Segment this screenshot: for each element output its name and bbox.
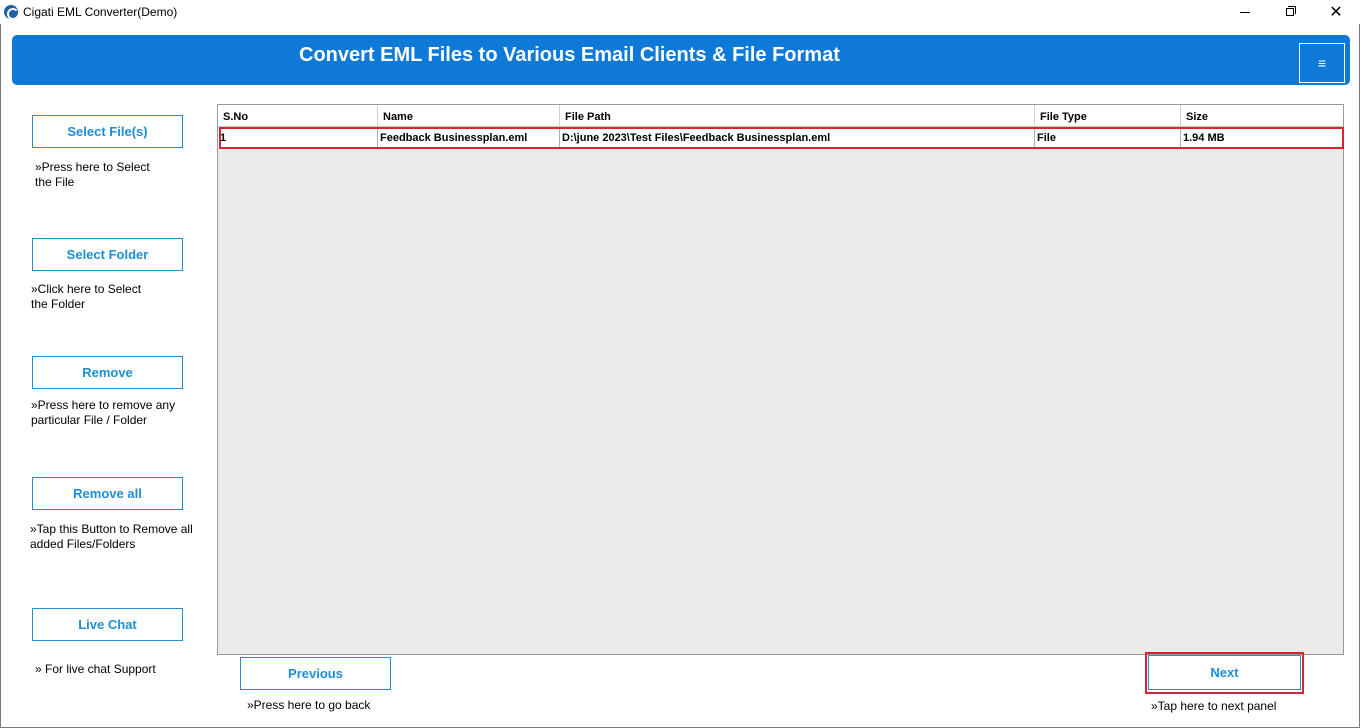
select-folder-hint: »Click here to Select the Folder — [31, 282, 141, 312]
cell-file-path: D:\june 2023\Test Files\Feedback Busines… — [560, 128, 1035, 148]
select-files-hint: »Press here to Select the File — [35, 160, 150, 190]
hamburger-icon: ≡ — [1317, 55, 1327, 71]
hint-line: the Folder — [31, 297, 86, 311]
hint-line: »Tap this Button to Remove all — [30, 522, 193, 536]
select-files-button[interactable]: Select File(s) — [32, 115, 183, 148]
previous-hint: »Press here to go back — [247, 698, 371, 712]
cell-sno: 1 — [218, 128, 378, 148]
window-title: Cigati EML Converter(Demo) — [23, 5, 178, 19]
column-header-file-path[interactable]: File Path — [560, 105, 1035, 127]
next-hint: »Tap here to next panel — [1151, 699, 1277, 713]
select-folder-button[interactable]: Select Folder — [32, 238, 183, 271]
restore-icon — [1286, 8, 1294, 16]
remove-button[interactable]: Remove — [32, 356, 183, 389]
menu-button[interactable]: ≡ — [1299, 43, 1345, 83]
table-header: S.No Name File Path File Type Size — [218, 105, 1343, 127]
table-row[interactable]: 1 Feedback Businessplan.eml D:\june 2023… — [218, 128, 1343, 148]
hint-line: particular File / Folder — [31, 413, 148, 427]
hint-line: added Files/Folders — [30, 537, 136, 551]
next-button[interactable]: Next — [1148, 655, 1301, 690]
live-chat-hint: » For live chat Support — [35, 662, 156, 677]
column-header-size[interactable]: Size — [1181, 105, 1343, 127]
remove-all-button[interactable]: Remove all — [32, 477, 183, 510]
hint-line: »Press here to Select — [35, 160, 150, 174]
title-bar: Cigati EML Converter(Demo) ✕ — [0, 0, 1360, 24]
remove-all-hint: »Tap this Button to Remove all added Fil… — [30, 522, 193, 552]
hint-line: »Click here to Select — [31, 282, 142, 296]
cell-size: 1.94 MB — [1183, 132, 1225, 144]
previous-button[interactable]: Previous — [240, 657, 391, 690]
cell-name: Feedback Businessplan.eml — [378, 128, 560, 148]
minimize-button[interactable] — [1222, 0, 1268, 24]
restore-button[interactable] — [1267, 0, 1313, 24]
hint-line: » For live chat Support — [35, 662, 156, 676]
close-button[interactable]: ✕ — [1313, 0, 1359, 24]
column-header-name[interactable]: Name — [378, 105, 560, 127]
hint-line: »Press here to remove any — [31, 398, 176, 412]
remove-hint: »Press here to remove any particular Fil… — [31, 398, 175, 428]
app-logo-icon — [4, 5, 19, 20]
cell-file-type: File — [1035, 128, 1181, 148]
header-banner: Convert EML Files to Various Email Clien… — [12, 35, 1350, 85]
live-chat-button[interactable]: Live Chat — [32, 608, 183, 641]
hint-line: the File — [35, 175, 75, 189]
close-icon: ✕ — [1329, 4, 1343, 21]
page-title: Convert EML Files to Various Email Clien… — [299, 44, 840, 66]
column-header-sno[interactable]: S.No — [218, 105, 378, 127]
column-header-file-type[interactable]: File Type — [1035, 105, 1181, 127]
file-table[interactable]: S.No Name File Path File Type Size 1 Fee… — [217, 104, 1344, 655]
